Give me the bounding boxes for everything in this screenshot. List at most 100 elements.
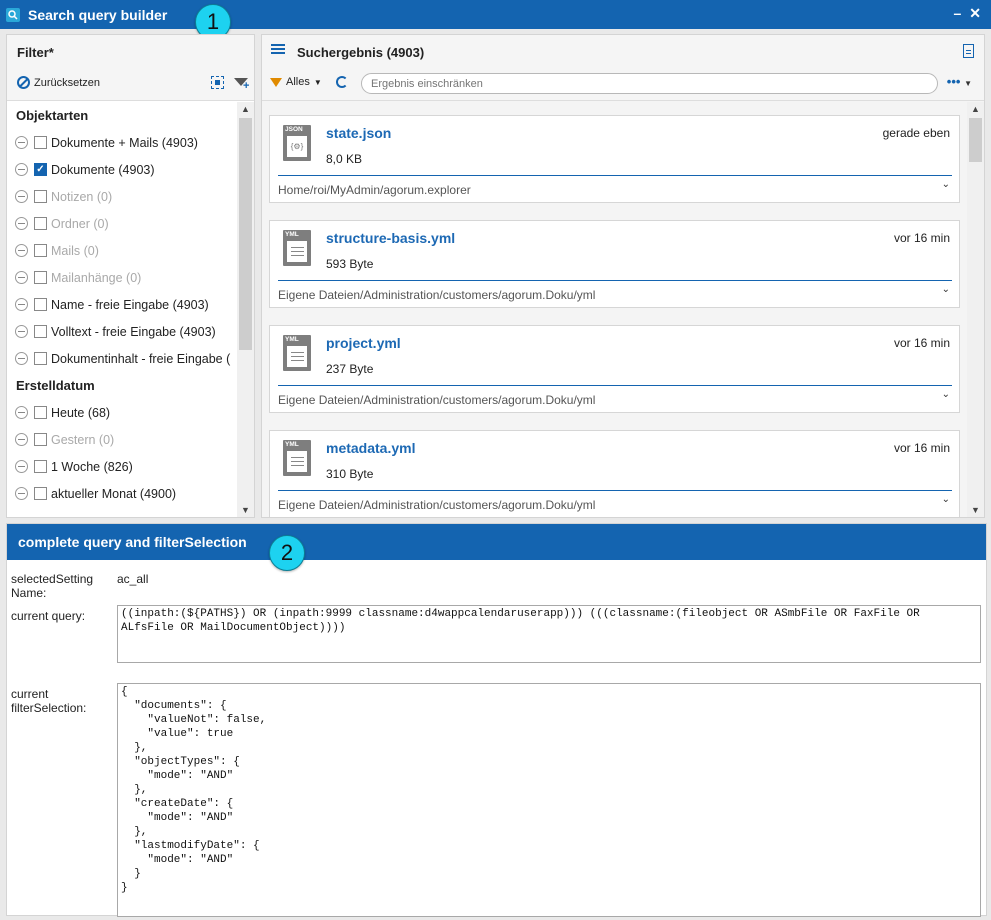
file-type-icon: JSON {⚙} bbox=[283, 125, 311, 161]
filter-item-label: Volltext - freie Eingabe (4903) bbox=[51, 324, 216, 339]
filter-checkbox[interactable] bbox=[34, 298, 47, 311]
filter-item[interactable]: Volltext - freie Eingabe (4903) bbox=[7, 318, 237, 345]
card-divider bbox=[278, 175, 952, 176]
exclude-icon[interactable] bbox=[15, 325, 28, 338]
filter-checkbox[interactable] bbox=[34, 190, 47, 203]
result-list-icon bbox=[271, 44, 285, 56]
more-menu-button[interactable]: ••• ▼ bbox=[947, 74, 972, 89]
selection-textarea[interactable]: { "documents": { "valueNot": false, "val… bbox=[117, 683, 981, 917]
select-area-icon[interactable] bbox=[211, 76, 224, 89]
exclude-icon[interactable] bbox=[15, 487, 28, 500]
filter-checkbox[interactable]: ✓ bbox=[34, 163, 47, 176]
filter-checkbox[interactable] bbox=[34, 433, 47, 446]
file-name-link[interactable]: project.yml bbox=[326, 335, 401, 351]
scroll-thumb[interactable] bbox=[239, 118, 252, 350]
exclude-icon[interactable] bbox=[15, 217, 28, 230]
exclude-icon[interactable] bbox=[15, 433, 28, 446]
exclude-icon[interactable] bbox=[15, 352, 28, 365]
chevron-down-icon: ▼ bbox=[964, 79, 972, 88]
chevron-down-icon: ▼ bbox=[313, 77, 322, 87]
filter-add-icon[interactable] bbox=[234, 78, 249, 92]
result-card[interactable]: JSON {⚙} state.json gerade eben 8,0 KB Home/r… bbox=[269, 115, 960, 203]
exclude-icon[interactable] bbox=[15, 244, 28, 257]
file-size: 237 Byte bbox=[326, 362, 374, 376]
refresh-icon[interactable] bbox=[336, 76, 348, 88]
exclude-icon[interactable] bbox=[15, 163, 28, 176]
filter-checkbox[interactable] bbox=[34, 217, 47, 230]
expand-chevron-icon[interactable]: ⌄ bbox=[942, 389, 950, 400]
file-size: 593 Byte bbox=[326, 257, 374, 271]
filter-item[interactable]: Ordner (0) bbox=[7, 210, 237, 237]
minimize-icon[interactable]: – bbox=[953, 5, 961, 22]
expand-chevron-icon[interactable]: ⌄ bbox=[942, 494, 950, 505]
scroll-down-icon[interactable]: ▼ bbox=[241, 505, 250, 515]
result-card[interactable]: YML structure-basis.yml vor 16 min 593 Byte… bbox=[269, 220, 960, 308]
filter-item[interactable]: Name - freie Eingabe (4903) bbox=[7, 291, 237, 318]
filter-item[interactable]: Mailanhänge (0) bbox=[7, 264, 237, 291]
exclude-icon[interactable] bbox=[15, 460, 28, 473]
modified-time: gerade eben bbox=[882, 126, 950, 140]
filter-item[interactable]: ✓ Dokumente (4903) bbox=[7, 156, 237, 183]
filter-dropdown[interactable]: Alles ▼ bbox=[270, 76, 322, 88]
filter-checkbox[interactable] bbox=[34, 406, 47, 419]
filter-item[interactable]: Heute (68) bbox=[7, 399, 237, 426]
window-titlebar: Search query builder – ✕ bbox=[0, 0, 991, 29]
filter-item[interactable]: Dokumentinhalt - freie Eingabe ( bbox=[7, 345, 237, 372]
selection-label: current filterSelection: bbox=[11, 687, 87, 715]
filter-color-icon bbox=[270, 77, 282, 87]
result-scrollbar[interactable]: ▲ ▼ bbox=[967, 102, 984, 517]
exclude-icon[interactable] bbox=[15, 271, 28, 284]
filter-checkbox[interactable] bbox=[34, 136, 47, 149]
result-card[interactable]: YML metadata.yml vor 16 min 310 Byte Eigene … bbox=[269, 430, 960, 517]
scroll-up-icon[interactable]: ▲ bbox=[241, 104, 250, 114]
file-path: Eigene Dateien/Administration/customers/… bbox=[278, 498, 596, 512]
filter-item[interactable]: Gestern (0) bbox=[7, 426, 237, 453]
filter-item-label: Dokumente + Mails (4903) bbox=[51, 135, 198, 150]
filter-scrollbar[interactable]: ▲ ▼ bbox=[237, 102, 254, 517]
document-icon[interactable] bbox=[963, 44, 974, 58]
scroll-up-icon[interactable]: ▲ bbox=[971, 104, 980, 114]
filter-item[interactable]: Dokumente + Mails (4903) bbox=[7, 129, 237, 156]
setting-name-label: selectedSetting Name: bbox=[11, 572, 94, 600]
exclude-icon[interactable] bbox=[15, 406, 28, 419]
filter-title: Filter* bbox=[17, 45, 54, 60]
filter-item-label: Dokumentinhalt - freie Eingabe ( bbox=[51, 351, 231, 366]
filter-checkbox[interactable] bbox=[34, 325, 47, 338]
result-filter-input[interactable] bbox=[361, 73, 938, 94]
filter-item-label: Heute (68) bbox=[51, 405, 111, 420]
result-list: JSON {⚙} state.json gerade eben 8,0 KB Home/r… bbox=[262, 102, 967, 517]
filter-dropdown-label: Alles bbox=[286, 76, 310, 88]
scroll-down-icon[interactable]: ▼ bbox=[971, 505, 980, 515]
filter-checkbox[interactable] bbox=[34, 487, 47, 500]
exclude-icon[interactable] bbox=[15, 136, 28, 149]
query-panel-header: complete query and filterSelection bbox=[7, 524, 986, 560]
file-name-link[interactable]: state.json bbox=[326, 125, 391, 141]
filter-item-label: Mails (0) bbox=[51, 243, 99, 258]
filter-item[interactable]: Mails (0) bbox=[7, 237, 237, 264]
scroll-thumb[interactable] bbox=[969, 118, 982, 162]
filter-checkbox[interactable] bbox=[34, 244, 47, 257]
result-card[interactable]: YML project.yml vor 16 min 237 Byte Eigene D… bbox=[269, 325, 960, 413]
more-label: ••• bbox=[946, 74, 961, 89]
filter-checkbox[interactable] bbox=[34, 460, 47, 473]
exclude-icon[interactable] bbox=[15, 190, 28, 203]
file-name-link[interactable]: structure-basis.yml bbox=[326, 230, 455, 246]
filter-item[interactable]: 1 Woche (826) bbox=[7, 453, 237, 480]
filter-list: Objektarten Dokumente + Mails (4903) ✓ Doku… bbox=[7, 102, 237, 517]
filter-checkbox[interactable] bbox=[34, 271, 47, 284]
filter-item[interactable]: Notizen (0) bbox=[7, 183, 237, 210]
query-textarea[interactable]: ((inpath:(${PATHS}) OR (inpath:9999 clas… bbox=[117, 605, 981, 663]
filter-item-label: Dokumente (4903) bbox=[51, 162, 155, 177]
reset-button[interactable]: Zurücksetzen bbox=[17, 76, 100, 89]
filter-section-title: Objektarten bbox=[16, 108, 89, 123]
reset-icon bbox=[17, 76, 30, 89]
file-name-link[interactable]: metadata.yml bbox=[326, 440, 415, 456]
close-icon[interactable]: ✕ bbox=[969, 5, 981, 22]
exclude-icon[interactable] bbox=[15, 298, 28, 311]
filter-item[interactable]: aktueller Monat (4900) bbox=[7, 480, 237, 507]
result-panel: Suchergebnis (4903) Alles ▼ ••• ▼ JSON{⚙… bbox=[261, 34, 985, 518]
expand-chevron-icon[interactable]: ⌄ bbox=[942, 179, 950, 190]
expand-chevron-icon[interactable]: ⌄ bbox=[942, 284, 950, 295]
filter-checkbox[interactable] bbox=[34, 352, 47, 365]
setting-name-value: ac_all bbox=[117, 572, 149, 586]
